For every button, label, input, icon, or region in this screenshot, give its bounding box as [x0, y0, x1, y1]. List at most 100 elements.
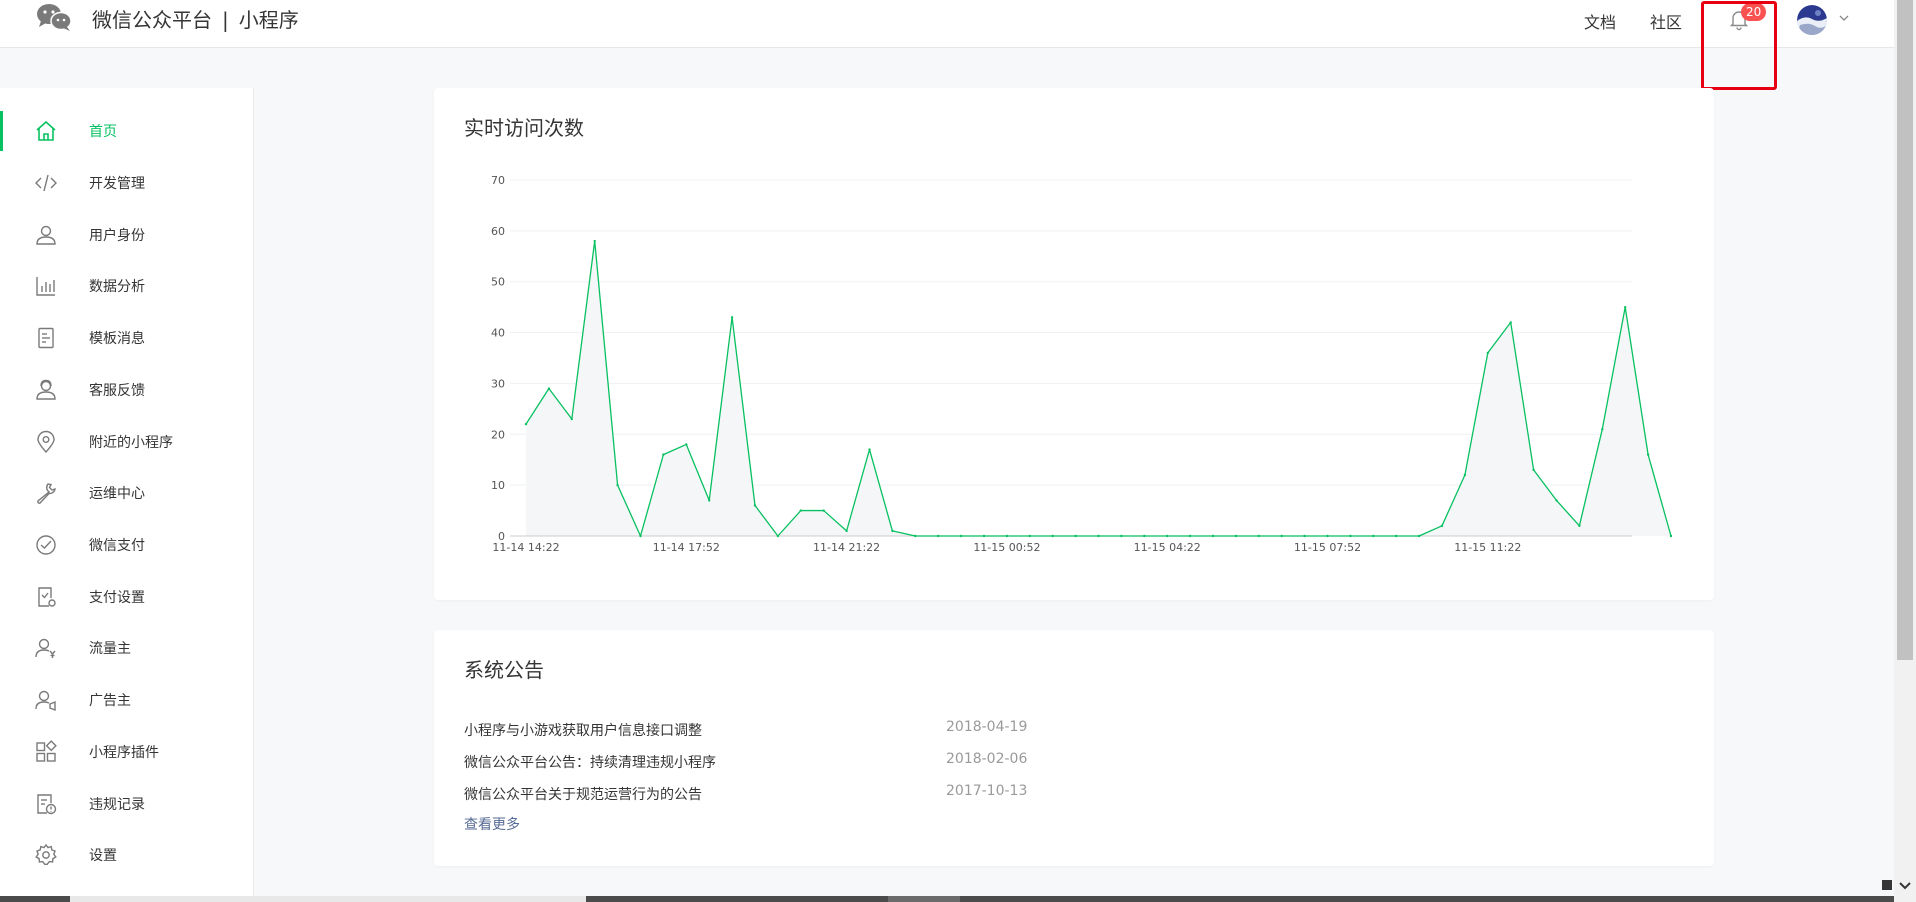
docs-link[interactable]: 文档 [1584, 9, 1616, 33]
sidebar-item-nearby[interactable]: 附近的小程序 [0, 420, 254, 464]
visits-card: 实时访问次数 0 10 20 30 40 50 60 70 11-14 14:22 11-14 1… [434, 88, 1714, 600]
sidebar-item-label: 广告主 [89, 693, 131, 709]
platform-name: 微信公众平台 [92, 8, 212, 32]
chart-y-tick-label: 20 [491, 428, 505, 441]
view-more-link[interactable]: 查看更多 [464, 814, 520, 834]
brand-title[interactable]: 微信公众平台 | 小程序 [92, 4, 299, 33]
sidebar-item-traffic-owner[interactable]: 流量主 [0, 626, 254, 670]
chart-data-point [708, 499, 711, 502]
sidebar-item-label: 违规记录 [89, 797, 145, 813]
chart-data-point [1395, 534, 1398, 538]
chart-data-point [1463, 473, 1467, 477]
chart-data-point [1326, 534, 1329, 538]
notice-card: 系统公告 小程序与小游戏获取用户信息接口调整 2018-04-19 微信公众平台… [434, 630, 1714, 866]
sidebar-item-data-analysis[interactable]: 数据分析 [0, 264, 254, 308]
sidebar-item-label: 设置 [89, 848, 117, 864]
sidebar-item-plugins[interactable]: 小程序插件 [0, 730, 254, 774]
chart-data-point [730, 316, 734, 319]
notice-card-title: 系统公告 [464, 658, 544, 682]
chart-data-point [1005, 534, 1009, 538]
community-link[interactable]: 社区 [1650, 9, 1682, 33]
chart-y-tick-label: 10 [491, 479, 505, 492]
page-scrollbar[interactable] [1894, 0, 1916, 902]
sidebar-item-customer-feedback[interactable]: 客服反馈 [0, 368, 254, 412]
chart-data-point [639, 534, 642, 538]
visits-chart[interactable]: 01020304050607011-14 14:22 11-14 17:52 11-… [434, 88, 1714, 600]
wechat-logo-icon[interactable] [36, 2, 72, 32]
sidebar-item-label: 微信支付 [89, 538, 145, 554]
sidebar-item-template-messages[interactable]: 模板消息 [0, 316, 254, 360]
avatar[interactable] [1797, 5, 1827, 35]
location-pin-icon [37, 430, 55, 454]
chart-data-point [1143, 534, 1146, 538]
chart-x-tick-label: 11-15 04:22 [1134, 541, 1201, 554]
top-bar: 微信公众平台 | 小程序 文档 社区 20 [0, 0, 1894, 48]
sidebar-item-payment-settings[interactable]: 支付设置 [0, 575, 254, 619]
sidebar-item-development[interactable]: 开发管理 [0, 161, 254, 205]
user-icon [36, 225, 56, 245]
sidebar-item-label: 流量主 [89, 641, 131, 657]
sidebar-item-label: 附近的小程序 [89, 435, 173, 451]
sidebar-item-advertiser[interactable]: 广告主 [0, 678, 254, 722]
payment-settings-icon [38, 587, 56, 607]
chart-x-tick-label: 11-14 14:22 [492, 541, 559, 554]
chart-data-point [1051, 534, 1054, 538]
scrollbar-thumb[interactable] [1897, 0, 1913, 660]
chart-data-point [1372, 534, 1375, 538]
notice-item-title[interactable]: 微信公众平台关于规范运营行为的公告 [464, 784, 702, 804]
chart-data-point [914, 534, 917, 538]
sidebar-item-operations[interactable]: 运维中心 [0, 471, 254, 515]
chart-x-tick-label: 11-15 11:22 [1454, 541, 1521, 554]
sidebar-item-label: 模板消息 [89, 331, 145, 347]
sidebar-item-home[interactable]: 首页 [0, 109, 254, 153]
chart-data-point [891, 529, 894, 533]
chart-data-point [959, 534, 963, 538]
notice-item-title[interactable]: 小程序与小游戏获取用户信息接口调整 [464, 720, 702, 740]
chart-area-fill [526, 241, 1671, 536]
chevron-down-icon[interactable] [1837, 11, 1851, 25]
chart-y-tick-label: 40 [491, 327, 505, 340]
bottom-bar-segment [888, 896, 960, 902]
chart-data-point [1120, 534, 1123, 538]
bar-chart-icon [36, 277, 55, 296]
scroll-down-arrow-icon[interactable] [1897, 876, 1913, 896]
sidebar-item-wechat-pay[interactable]: 微信支付 [0, 523, 254, 567]
chart-data-point [662, 453, 665, 456]
chart-data-point [822, 509, 825, 512]
brand-separator: | [222, 8, 229, 32]
chart-data-point [1234, 534, 1238, 538]
chart-data-point [1486, 351, 1490, 355]
chart-data-point [1188, 534, 1192, 538]
chart-data-point [1669, 534, 1673, 538]
sidebar-item-user-identity[interactable]: 用户身份 [0, 213, 254, 257]
notice-item-date: 2018-02-06 [946, 751, 1028, 767]
chart-data-point [1578, 524, 1581, 528]
sidebar-item-settings[interactable]: 设置 [0, 833, 254, 877]
chart-data-point [1303, 534, 1306, 538]
sidebar-item-label: 小程序插件 [89, 745, 159, 761]
chart-data-point [1417, 534, 1421, 538]
chart-data-point [937, 534, 940, 538]
chart-data-point [1532, 468, 1535, 472]
chart-data-point [616, 483, 619, 487]
chart-y-tick-label: 70 [491, 174, 505, 187]
chart-x-tick-label: 11-15 00:52 [973, 541, 1040, 554]
sidebar-item-label: 首页 [89, 124, 117, 140]
chart-x-tick-label: 11-14 17:52 [653, 541, 720, 554]
product-name: 小程序 [238, 8, 299, 32]
notice-item-title[interactable]: 微信公众平台公告：持续清理违规小程序 [464, 752, 716, 772]
payment-icon [36, 535, 56, 555]
chart-data-point [1624, 305, 1627, 309]
chart-data-point [1166, 534, 1169, 538]
chart-data-point [524, 422, 528, 426]
sidebar-item-violation-records[interactable]: 违规记录 [0, 782, 254, 826]
chart-data-point [753, 504, 757, 507]
chart-y-tick-label: 30 [491, 377, 505, 390]
code-icon [35, 174, 57, 192]
notice-item-date: 2017-10-13 [946, 783, 1028, 799]
chart-data-point [868, 448, 871, 451]
chart-data-point [570, 417, 573, 421]
chart-data-point [1440, 524, 1444, 528]
sidebar-item-label: 支付设置 [89, 590, 145, 606]
chart-data-point [1349, 534, 1352, 538]
